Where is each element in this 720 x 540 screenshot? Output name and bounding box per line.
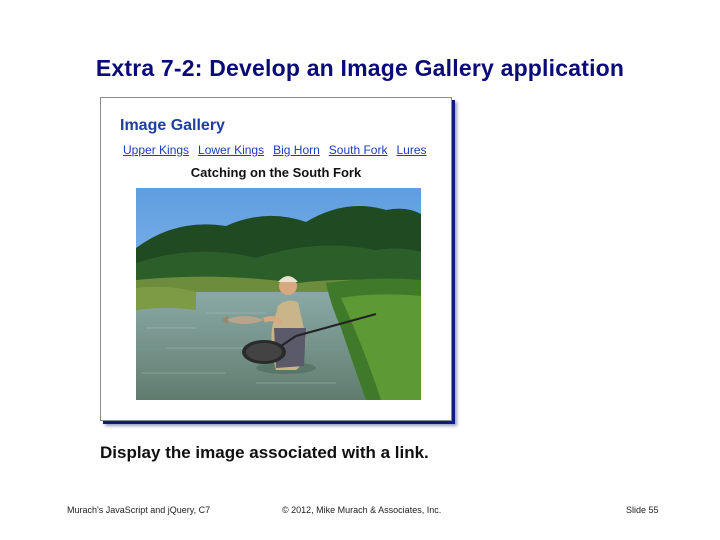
link-lower-kings[interactable]: Lower Kings: [198, 143, 264, 157]
fishing-photo: [136, 188, 421, 400]
link-lures[interactable]: Lures: [396, 143, 426, 157]
image-caption: Catching on the South Fork: [190, 165, 362, 180]
footer-slide-number: Slide 55: [626, 505, 659, 515]
gallery-nav: Upper Kings Lower Kings Big Horn South Fork…: [123, 143, 436, 157]
footer-book-title: Murach's JavaScript and jQuery, C7: [67, 505, 211, 515]
footer-copyright: © 2012, Mike Murach & Associates, Inc.: [282, 505, 442, 515]
link-upper-kings[interactable]: Upper Kings: [123, 143, 189, 157]
gallery-photo: [136, 188, 421, 400]
gallery-page-screenshot: Image Gallery Upper Kings Lower Kings Big …: [100, 97, 452, 421]
slide-subtitle: Display the image associated with a link…: [100, 443, 429, 462]
slide-title: Extra 7-2: Develop an Image Gallery appl…: [95, 55, 625, 81]
link-big-horn[interactable]: Big Horn: [273, 143, 320, 157]
gallery-heading: Image Gallery: [120, 117, 225, 134]
link-south-fork[interactable]: South Fork: [329, 143, 388, 157]
